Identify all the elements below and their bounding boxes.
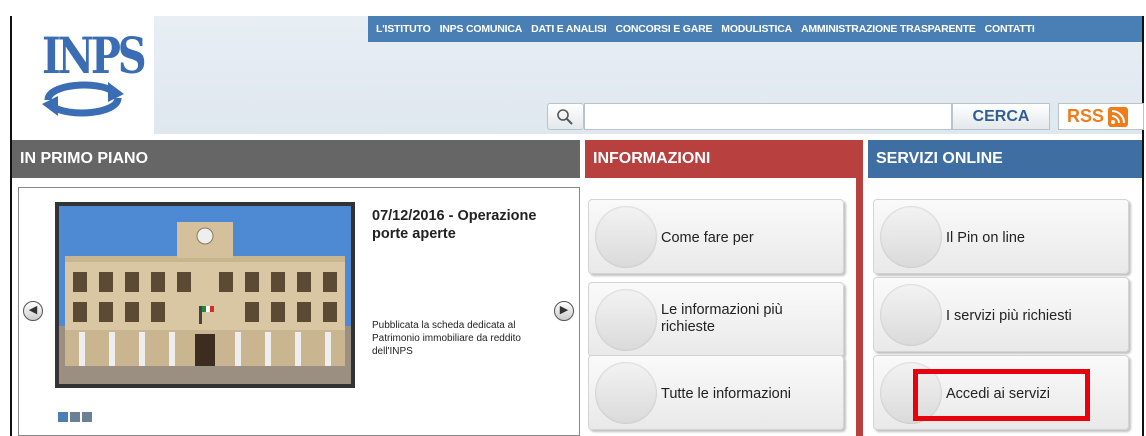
search-icon-button[interactable] bbox=[547, 103, 584, 130]
news-description: Pubblicata la scheda dedicata al Patrimo… bbox=[372, 320, 521, 357]
highlight-box bbox=[913, 369, 1090, 421]
nav-amministrazione-trasparente[interactable]: AMMINISTRAZIONE TRASPARENTE bbox=[801, 23, 976, 35]
main-nav: L'ISTITUTO INPS COMUNICA DATI E ANALISI … bbox=[368, 16, 1142, 42]
nav-contatti[interactable]: CONTATTI bbox=[985, 23, 1035, 35]
tile-circle-icon bbox=[595, 289, 657, 351]
palazzo-image bbox=[59, 206, 351, 384]
section-header-primo-piano: IN PRIMO PIANO bbox=[12, 140, 580, 178]
rss-icon bbox=[1108, 106, 1129, 127]
tile-circle-icon bbox=[880, 284, 942, 346]
tile-label: Tutte le informazioni bbox=[661, 386, 792, 402]
tile-servizi-richiesti[interactable]: I servizi più richiesti bbox=[873, 277, 1129, 352]
news-title-link[interactable]: 07/12/2016 - Operazione porte aperte bbox=[372, 207, 552, 243]
nav-dati-analisi[interactable]: DATI E ANALISI bbox=[531, 23, 607, 35]
carousel-dot[interactable] bbox=[70, 412, 80, 422]
tile-tutte-informazioni[interactable]: Tutte le informazioni bbox=[588, 355, 844, 430]
carousel-next-button[interactable]: ▶ bbox=[554, 301, 574, 321]
tile-come-fare-per[interactable]: Come fare per bbox=[588, 199, 844, 274]
carousel-indicators bbox=[58, 412, 94, 422]
chevron-left-icon: ◀ bbox=[28, 304, 38, 316]
tile-label: Il Pin on line bbox=[946, 230, 1025, 246]
tile-label: Come fare per bbox=[661, 230, 754, 246]
inps-logo[interactable]: INPS bbox=[12, 16, 154, 134]
nav-modulistica[interactable]: MODULISTICA bbox=[721, 23, 792, 35]
tile-informazioni-richieste[interactable]: Le informazioni più richieste bbox=[588, 282, 844, 357]
carousel-dot[interactable] bbox=[82, 412, 92, 422]
nav-istituto[interactable]: L'ISTITUTO bbox=[376, 23, 431, 35]
section-header-informazioni: INFORMAZIONI bbox=[585, 140, 863, 178]
chevron-right-icon: ▶ bbox=[559, 304, 569, 316]
news-photo[interactable] bbox=[55, 202, 355, 388]
tile-label: Le informazioni più richieste bbox=[661, 302, 783, 335]
carousel-dot[interactable] bbox=[58, 412, 68, 422]
tile-circle-icon bbox=[595, 206, 657, 268]
tile-pin-online[interactable]: Il Pin on line bbox=[873, 199, 1129, 274]
cerca-button[interactable]: CERCA bbox=[952, 103, 1050, 130]
tile-circle-icon bbox=[595, 362, 657, 424]
carousel-prev-button[interactable]: ◀ bbox=[23, 301, 43, 321]
rss-link[interactable]: RSS bbox=[1058, 103, 1144, 130]
search-icon bbox=[557, 109, 573, 125]
divider-stripe bbox=[856, 178, 863, 436]
nav-concorsi-gare[interactable]: CONCORSI E GARE bbox=[616, 23, 713, 35]
logo-arrows-icon bbox=[42, 81, 124, 117]
tile-label: I servizi più richiesti bbox=[946, 308, 1072, 324]
search-input[interactable] bbox=[584, 103, 952, 130]
tile-circle-icon bbox=[880, 206, 942, 268]
section-header-servizi-online: SERVIZI ONLINE bbox=[868, 140, 1142, 178]
rss-label: RSS bbox=[1067, 106, 1105, 126]
nav-inps-comunica[interactable]: INPS COMUNICA bbox=[440, 23, 523, 35]
